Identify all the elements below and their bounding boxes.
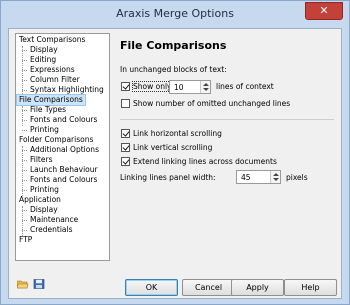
- tree-item[interactable]: Additional Options: [28, 145, 101, 155]
- link-horizontal-label[interactable]: Link horizontal scrolling: [133, 129, 222, 138]
- extend-lines-checkbox[interactable]: [121, 157, 130, 166]
- chevron-down-icon[interactable]: [273, 178, 279, 181]
- tree-connector: [22, 106, 23, 126]
- tree-connector: [22, 230, 27, 231]
- show-only-checkbox[interactable]: [121, 82, 130, 91]
- tree-item[interactable]: File Comparisons: [16, 94, 86, 106]
- save-icon[interactable]: [33, 279, 45, 289]
- tree-item[interactable]: FTP: [17, 235, 34, 245]
- tree-item[interactable]: Application: [17, 195, 63, 205]
- page-title: File Comparisons: [120, 39, 227, 52]
- show-only-label[interactable]: Show only: [132, 81, 173, 92]
- tree-connector: [22, 120, 27, 121]
- tree-connector: [22, 190, 27, 191]
- context-lines-stepper[interactable]: 10: [169, 80, 211, 94]
- tree-item[interactable]: File Types: [28, 105, 68, 115]
- tree-connector: [22, 70, 27, 71]
- chevron-up-icon[interactable]: [203, 83, 209, 86]
- tree-item[interactable]: Filters: [28, 155, 54, 165]
- tree-item[interactable]: Editing: [28, 55, 58, 65]
- tree-item[interactable]: Printing: [28, 125, 61, 135]
- open-folder-icon[interactable]: [17, 279, 29, 289]
- panel-width-stepper[interactable]: 45: [236, 170, 281, 184]
- tree-item[interactable]: Printing: [28, 185, 61, 195]
- tree-connector: [22, 90, 27, 91]
- context-lines-value: 10: [174, 83, 184, 92]
- section-divider: [120, 119, 334, 120]
- stepper-arrows[interactable]: [200, 81, 210, 93]
- tree-item[interactable]: Display: [28, 205, 60, 215]
- tree-connector: [22, 146, 23, 196]
- context-lines-suffix: lines of context: [216, 82, 274, 91]
- panel-width-value: 45: [241, 173, 251, 182]
- tree-item[interactable]: Folder Comparisons: [17, 135, 95, 145]
- ok-button[interactable]: OK: [125, 279, 178, 296]
- tree-item[interactable]: Syntax Highlighting: [28, 85, 106, 95]
- show-omitted-checkbox[interactable]: [121, 99, 130, 108]
- tree-item[interactable]: Column Filter: [28, 75, 82, 85]
- close-button[interactable]: ✕: [305, 2, 343, 20]
- unchanged-blocks-label: In unchanged blocks of text:: [120, 65, 227, 74]
- show-omitted-label[interactable]: Show number of omitted unchanged lines: [133, 99, 290, 108]
- tree-item[interactable]: Launch Behaviour: [28, 165, 100, 175]
- tree-connector: [22, 170, 27, 171]
- chevron-up-icon[interactable]: [273, 173, 279, 176]
- tree-item[interactable]: Expressions: [28, 65, 77, 75]
- tree-item[interactable]: Credentials: [28, 225, 75, 235]
- panel-width-label: Linking lines panel width:: [120, 173, 216, 182]
- panel-width-suffix: pixels: [286, 173, 308, 182]
- dialog-client-area: Text Comparisons Display Editing Expression…: [8, 28, 342, 299]
- link-vertical-label[interactable]: Link vertical scrolling: [133, 143, 212, 152]
- tree-item[interactable]: Text Comparisons: [17, 35, 87, 45]
- tree-item[interactable]: Display: [28, 45, 60, 55]
- tree-connector: [22, 80, 27, 81]
- tree-connector: [22, 130, 27, 131]
- tree-connector: [22, 210, 27, 211]
- link-horizontal-checkbox[interactable]: [121, 129, 130, 138]
- chevron-down-icon[interactable]: [203, 88, 209, 91]
- window-title: Araxis Merge Options: [116, 7, 234, 20]
- apply-button[interactable]: Apply: [231, 279, 284, 296]
- link-vertical-checkbox[interactable]: [121, 143, 130, 152]
- tree-item[interactable]: Maintenance: [28, 215, 80, 225]
- options-window: Araxis Merge Options ✕ Text Comparisons D…: [0, 0, 350, 305]
- cancel-button[interactable]: Cancel: [182, 279, 235, 296]
- options-tree[interactable]: Text Comparisons Display Editing Expression…: [15, 33, 110, 261]
- tree-item[interactable]: Fonts and Colours: [28, 115, 99, 125]
- help-button[interactable]: Help: [284, 279, 337, 296]
- tree-connector: [22, 160, 27, 161]
- extend-lines-label[interactable]: Extend linking lines across documents: [133, 157, 277, 166]
- tree-connector: [22, 180, 27, 181]
- tree-connector: [22, 110, 27, 111]
- tree-item[interactable]: Fonts and Colours: [28, 175, 99, 185]
- tree-connector: [22, 50, 27, 51]
- tree-connector: [22, 150, 27, 151]
- stepper-arrows[interactable]: [270, 171, 280, 183]
- tree-connector: [22, 220, 27, 221]
- tree-connector: [22, 60, 27, 61]
- tree-connector: [22, 46, 23, 96]
